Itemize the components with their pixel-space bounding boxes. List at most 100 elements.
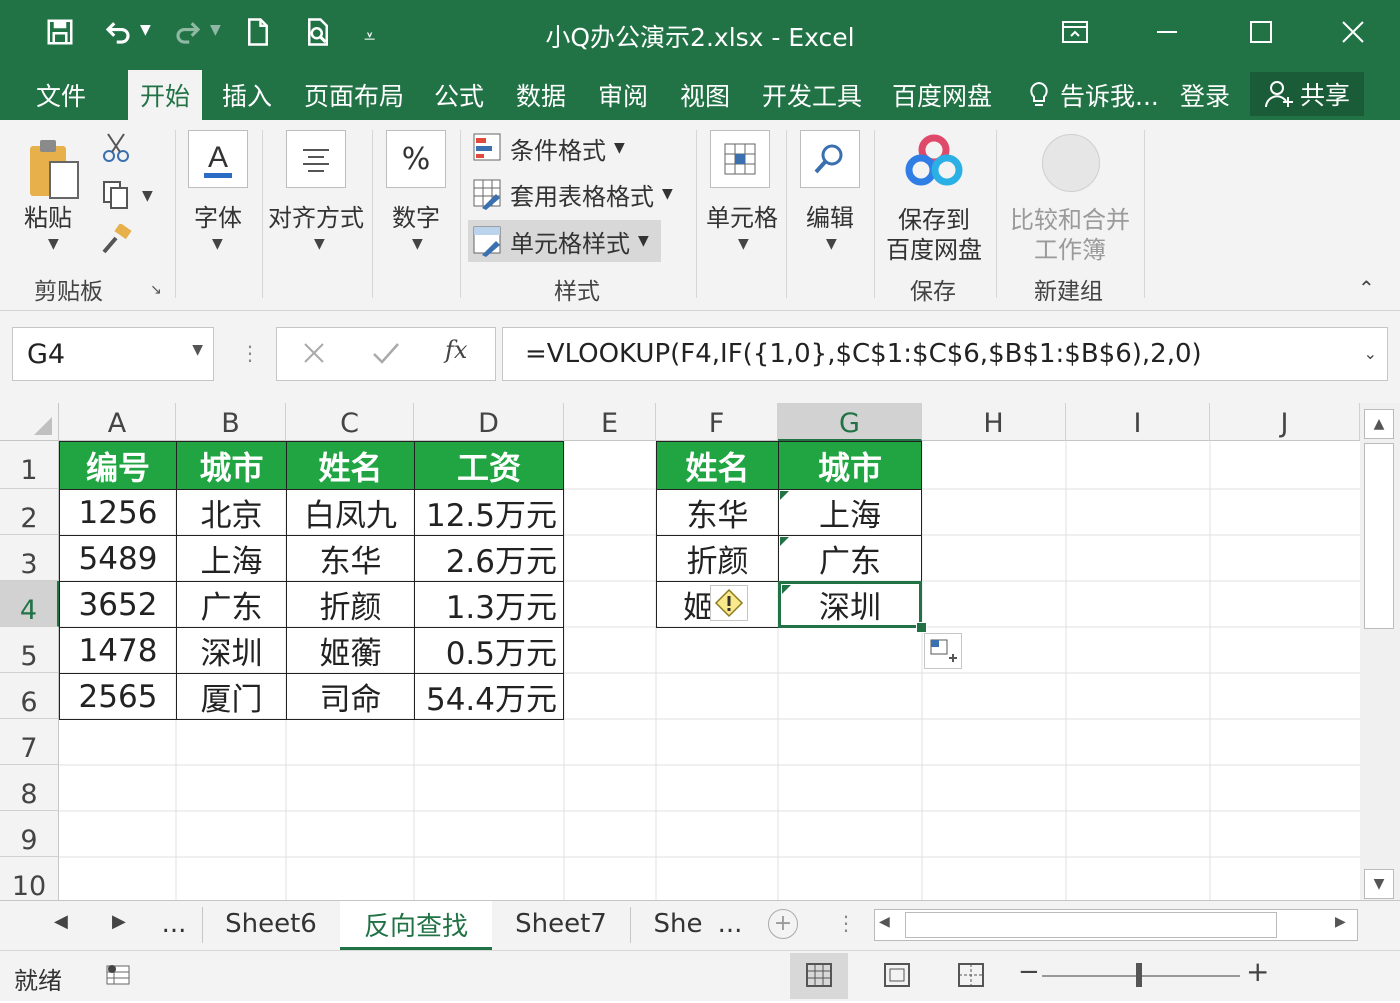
row-header-4[interactable]: 4 (0, 581, 59, 627)
cells-label[interactable]: 单元格 (706, 198, 778, 233)
horizontal-scrollbar[interactable]: ◀ ▶ (874, 909, 1358, 941)
paste-label[interactable]: 粘贴 (24, 198, 72, 233)
tab-file[interactable]: 文件 (36, 70, 86, 120)
page-layout-view-button[interactable] (876, 953, 918, 999)
column-header-a[interactable]: A (59, 403, 176, 441)
column-header-d[interactable]: D (414, 403, 564, 441)
select-all-corner[interactable] (0, 403, 59, 441)
table-cell[interactable]: 上海 (778, 489, 922, 536)
tab-review[interactable]: 审阅 (598, 70, 648, 120)
enter-check-icon[interactable] (371, 340, 401, 370)
table2-header-city[interactable]: 城市 (778, 441, 922, 490)
zoom-out-icon[interactable]: − (1018, 957, 1040, 987)
table-cell[interactable]: 1.3万元 (414, 581, 564, 628)
row-header-7[interactable]: 7 (0, 719, 59, 765)
collapse-ribbon-icon[interactable]: ⌃ (1358, 276, 1375, 300)
table-cell[interactable]: 东华 (286, 535, 415, 582)
name-box[interactable]: G4 ▼ (12, 327, 214, 381)
compare-merge-icon[interactable] (1042, 134, 1100, 192)
cut-icon[interactable] (100, 132, 132, 168)
expand-formula-icon[interactable]: ⌄ (1364, 344, 1377, 363)
tab-insert[interactable]: 插入 (222, 70, 272, 120)
number-label[interactable]: 数字 (392, 198, 440, 233)
font-button[interactable]: A (188, 130, 248, 188)
table-cell[interactable]: 折颜 (286, 581, 415, 628)
formula-input[interactable]: =VLOOKUP(F4,IF({1,0},$C$1:$C$6,$B$1:$B$6… (502, 327, 1388, 381)
font-label[interactable]: 字体 (194, 198, 242, 233)
error-warning-button[interactable] (710, 585, 748, 621)
tell-me-search[interactable]: 告诉我... (1026, 70, 1159, 120)
page-break-view-button[interactable] (950, 953, 992, 999)
table-cell[interactable]: 上海 (176, 535, 287, 582)
cells-button[interactable] (710, 130, 770, 188)
maximize-icon[interactable] (1236, 10, 1286, 54)
add-sheet-icon[interactable]: + (768, 909, 798, 939)
row-header-3[interactable]: 3 (0, 535, 59, 581)
editing-button[interactable] (800, 130, 860, 188)
sheet-tab-sheet7[interactable]: Sheet7 (496, 901, 626, 947)
tab-home[interactable]: 开始 (128, 70, 203, 120)
tab-splitter-icon[interactable]: ⋮ (836, 911, 856, 935)
column-header-c[interactable]: C (286, 403, 414, 441)
zoom-in-icon[interactable]: + (1246, 955, 1269, 988)
table-cell[interactable]: 司命 (286, 673, 415, 720)
login-link[interactable]: 登录 (1180, 70, 1230, 120)
name-box-dropdown-icon[interactable]: ▼ (192, 342, 203, 358)
fill-handle[interactable] (916, 622, 927, 633)
format-as-table-button[interactable]: 套用表格格式 ▼ (472, 174, 673, 214)
compare-label-2[interactable]: 工作簿 (1034, 230, 1106, 265)
copy-dropdown-icon[interactable]: ▼ (142, 188, 153, 204)
paste-icon[interactable] (26, 136, 82, 206)
conditional-formatting-button[interactable]: 条件格式 ▼ (472, 128, 625, 168)
macro-record-icon[interactable] (104, 961, 132, 993)
table-cell[interactable]: 广东 (778, 535, 922, 582)
column-header-j[interactable]: J (1210, 403, 1360, 441)
baidu-pan-icon[interactable] (904, 134, 964, 194)
row-header-10[interactable]: 10 (0, 857, 59, 900)
scroll-sheets-left-icon[interactable]: ◀ (54, 911, 68, 932)
active-cell-g4[interactable]: 深圳 (778, 581, 922, 628)
number-dropdown-icon[interactable]: ▼ (412, 236, 423, 252)
percent-icon[interactable]: % (386, 130, 446, 188)
scroll-up-icon[interactable]: ▲ (1364, 409, 1394, 439)
format-painter-icon[interactable] (100, 222, 134, 260)
tab-developer[interactable]: 开发工具 (762, 70, 862, 120)
insert-function-icon[interactable]: fx (445, 336, 467, 364)
table1-header-id[interactable]: 编号 (59, 441, 177, 490)
tab-view[interactable]: 视图 (680, 70, 730, 120)
table-cell[interactable]: 白凤九 (286, 489, 415, 536)
scroll-down-icon[interactable]: ▼ (1364, 869, 1394, 899)
align-dropdown-icon[interactable]: ▼ (314, 236, 325, 252)
sheet-tab-truncated[interactable]: She (640, 901, 716, 947)
column-header-e[interactable]: E (564, 403, 656, 441)
vertical-scroll-thumb[interactable] (1364, 443, 1394, 629)
table-cell[interactable]: 0.5万元 (414, 627, 564, 674)
horizontal-scroll-thumb[interactable] (905, 912, 1277, 938)
more-sheets-left[interactable]: ... (154, 901, 194, 947)
column-header-g[interactable]: G (778, 403, 922, 441)
scroll-right-icon[interactable]: ▶ (1335, 914, 1346, 930)
tab-data[interactable]: 数据 (516, 70, 566, 120)
tab-page-layout[interactable]: 页面布局 (304, 70, 404, 120)
table1-header-city[interactable]: 城市 (176, 441, 287, 490)
paste-dropdown-icon[interactable]: ▼ (48, 236, 59, 252)
worksheet-grid[interactable]: A B C D E F G H I J 1 2 3 4 5 6 7 8 9 10… (0, 403, 1360, 900)
table2-header-name[interactable]: 姓名 (656, 441, 779, 490)
table-cell[interactable]: 广东 (176, 581, 287, 628)
share-button[interactable]: 共享 (1250, 72, 1365, 116)
align-label[interactable]: 对齐方式 (268, 198, 364, 233)
row-header-2[interactable]: 2 (0, 489, 59, 535)
table-cell[interactable]: 54.4万元 (414, 673, 564, 720)
vertical-scrollbar[interactable]: ▲ ▼ (1360, 403, 1400, 900)
table-cell[interactable]: 5489 (59, 535, 177, 582)
editing-label[interactable]: 编辑 (806, 198, 854, 233)
table-cell[interactable]: 1256 (59, 489, 177, 536)
close-icon[interactable] (1328, 10, 1378, 54)
row-header-6[interactable]: 6 (0, 673, 59, 719)
paste-options-button[interactable] (924, 633, 962, 669)
minimize-icon[interactable] (1142, 10, 1192, 54)
sheet-tab-reverse-lookup[interactable]: 反向查找 (340, 901, 492, 950)
clipboard-launcher-icon[interactable]: ↘ (150, 282, 162, 298)
cancel-icon[interactable] (301, 340, 327, 370)
ribbon-display-options-icon[interactable] (1050, 10, 1100, 54)
